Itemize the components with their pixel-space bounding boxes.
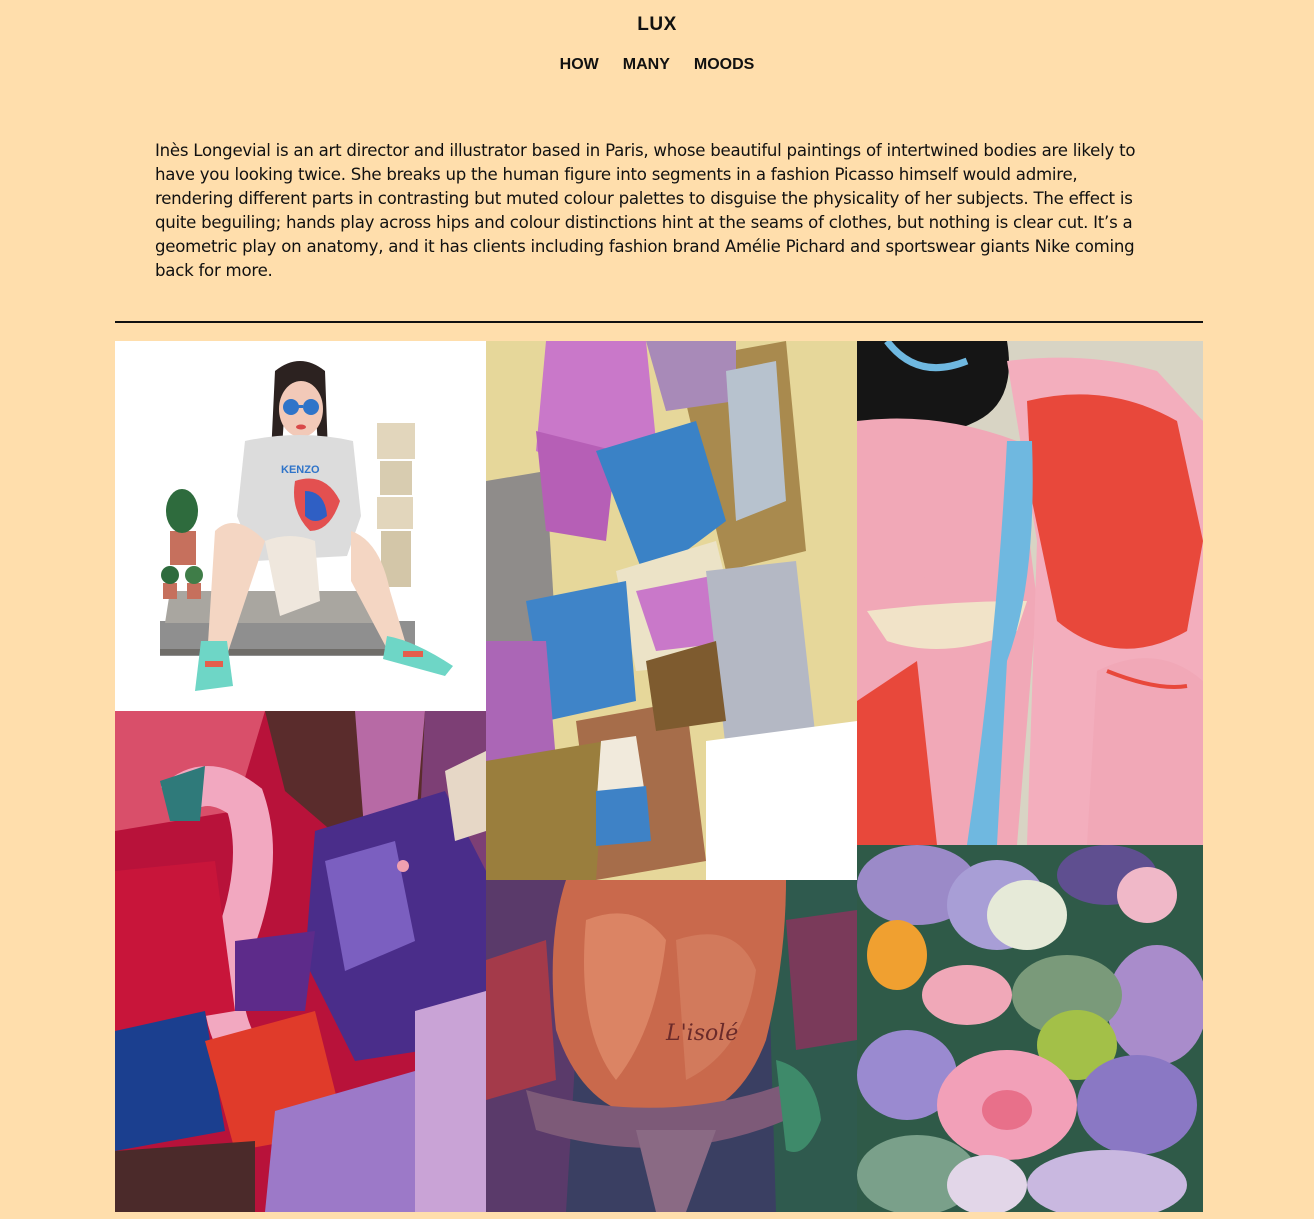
illustration-flamingo-figure[interactable] (115, 711, 486, 1212)
nav-link-moods[interactable]: MOODS (694, 56, 754, 74)
intro-paragraph: Inès Longevial is an art director and il… (155, 141, 1136, 280)
illustration-pink-swimsuits[interactable] (857, 341, 1203, 845)
illustration-abstract-figure[interactable] (486, 341, 857, 880)
site-title[interactable]: LUX (0, 14, 1314, 36)
illustration-flowers[interactable] (857, 845, 1203, 1212)
sweatshirt-brand-text: KENZO (281, 464, 320, 476)
nav-link-how[interactable]: HOW (560, 56, 599, 74)
illustration-tattoo-figure[interactable]: L'isolé (486, 880, 857, 1212)
illustration-girl-sitting[interactable]: KENZO (115, 341, 486, 711)
tattoo-script-text: L'isolé (665, 1021, 738, 1046)
main-nav: HOW MANY MOODS (0, 56, 1314, 74)
section-divider (115, 321, 1203, 323)
nav-link-many[interactable]: MANY (623, 56, 670, 74)
